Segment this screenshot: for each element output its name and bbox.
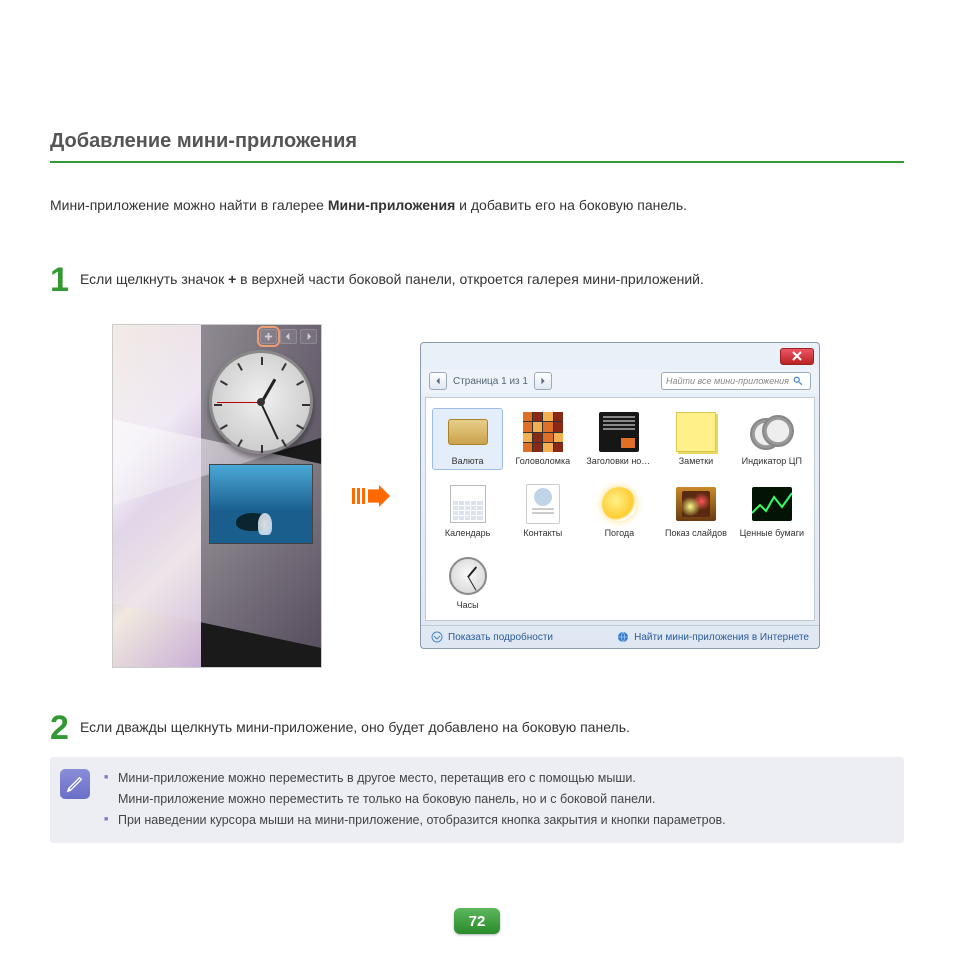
chevron-right-icon [539, 377, 547, 385]
tip-box: Мини-приложение можно переместить в друг… [50, 757, 904, 843]
tip-item-continuation: Мини-приложение можно переместить те тол… [104, 790, 726, 809]
arrow-icon [346, 483, 396, 509]
intro-text: Мини-приложение можно найти в галерее Ми… [50, 197, 904, 213]
gadget-label: Индикатор ЦП [742, 456, 802, 466]
close-icon [792, 351, 802, 361]
gadget-gallery-window: Страница 1 из 1 Найти все мини-приложени… [420, 342, 820, 649]
contacts-icon [526, 484, 560, 524]
tip-list: Мини-приложение можно переместить в друг… [104, 769, 726, 831]
gadget-contacts[interactable]: Контакты [507, 480, 578, 542]
desktop-wallpaper [113, 325, 201, 667]
text: Если щелкнуть значок [80, 271, 228, 287]
clock-icon [449, 557, 487, 595]
calendar-icon [450, 485, 486, 523]
gallery-navbar: Страница 1 из 1 Найти все мини-приложени… [421, 369, 819, 393]
figure-row: Страница 1 из 1 Найти все мини-приложени… [112, 324, 904, 668]
close-button[interactable] [780, 348, 814, 365]
window-titlebar [421, 343, 819, 369]
gadget-news[interactable]: Заголовки нов... [582, 408, 656, 470]
gadget-label: Заголовки нов... [586, 456, 652, 466]
gallery-statusbar: Показать подробности Найти мини-приложен… [421, 625, 819, 648]
gadget-label: Погода [605, 528, 635, 538]
show-details-link[interactable]: Показать подробности [431, 631, 553, 643]
gadget-grid: Валюта Головоломка Заголовки нов... Заме… [425, 397, 815, 621]
text: и добавить его на боковую панель. [455, 197, 687, 213]
gadget-currency[interactable]: Валюта [432, 408, 503, 470]
weather-icon [602, 487, 636, 521]
cpu-meter-icon [750, 415, 794, 449]
slideshow-gadget[interactable] [209, 464, 313, 544]
puzzle-icon [523, 412, 563, 452]
link-label: Найти мини-приложения в Интернете [634, 632, 809, 643]
link-label: Показать подробности [448, 632, 553, 643]
search-placeholder: Найти все мини-приложения [666, 376, 789, 386]
gadget-slideshow[interactable]: Показ слайдов [660, 480, 731, 542]
text-bold: Мини-приложения [328, 197, 455, 213]
search-input[interactable]: Найти все мини-приложения [661, 372, 811, 390]
globe-icon [617, 631, 629, 643]
gadget-label: Головоломка [515, 456, 570, 466]
text: в верхней части боковой панели, откроетс… [236, 271, 704, 287]
tip-item: При наведении курсора мыши на мини-прило… [104, 811, 726, 830]
gadget-label: Часы [457, 600, 479, 610]
stocks-icon [752, 487, 792, 521]
gadget-cpu[interactable]: Индикатор ЦП [736, 408, 808, 470]
gadget-calendar[interactable]: Календарь [432, 480, 503, 542]
tip-item: Мини-приложение можно переместить в друг… [104, 769, 726, 788]
step-text: Если щелкнуть значок + в верхней части б… [80, 265, 704, 287]
gadget-label: Контакты [523, 528, 562, 538]
step-1: 1 Если щелкнуть значок + в верхней части… [50, 265, 904, 296]
gadget-puzzle[interactable]: Головоломка [507, 408, 578, 470]
note-icon [676, 412, 716, 452]
step-2: 2 Если дважды щелкнуть мини-приложение, … [50, 713, 904, 744]
gadget-notes[interactable]: Заметки [660, 408, 731, 470]
gadget-stocks[interactable]: Ценные бумаги [736, 480, 808, 542]
slideshow-icon [676, 487, 716, 521]
currency-icon [448, 419, 488, 445]
gadget-label: Заметки [679, 456, 713, 466]
gadget-weather[interactable]: Погода [582, 480, 656, 542]
note-icon [60, 769, 90, 799]
news-icon [599, 412, 639, 452]
gadget-label: Показ слайдов [665, 528, 727, 538]
page-number-badge: 72 [454, 908, 500, 934]
clock-gadget[interactable] [209, 350, 313, 454]
sidebar-screenshot [112, 324, 322, 668]
page-prev-button[interactable] [429, 372, 447, 390]
chevron-left-icon [434, 377, 442, 385]
step-number: 2 [50, 713, 80, 744]
text: Мини-приложение можно найти в галерее [50, 197, 328, 213]
search-icon [793, 376, 803, 386]
step-number: 1 [50, 265, 80, 296]
gadget-label: Календарь [445, 528, 490, 538]
find-online-link[interactable]: Найти мини-приложения в Интернете [617, 631, 809, 643]
gadget-label: Ценные бумаги [740, 528, 804, 538]
gadget-clock[interactable]: Часы [432, 552, 503, 614]
gadget-label: Валюта [452, 456, 484, 466]
page-title: Добавление мини-приложения [50, 130, 904, 163]
chevron-down-icon [431, 631, 443, 643]
step-text: Если дважды щелкнуть мини-приложение, он… [80, 713, 630, 735]
page-indicator: Страница 1 из 1 [453, 376, 528, 387]
page-next-button[interactable] [534, 372, 552, 390]
